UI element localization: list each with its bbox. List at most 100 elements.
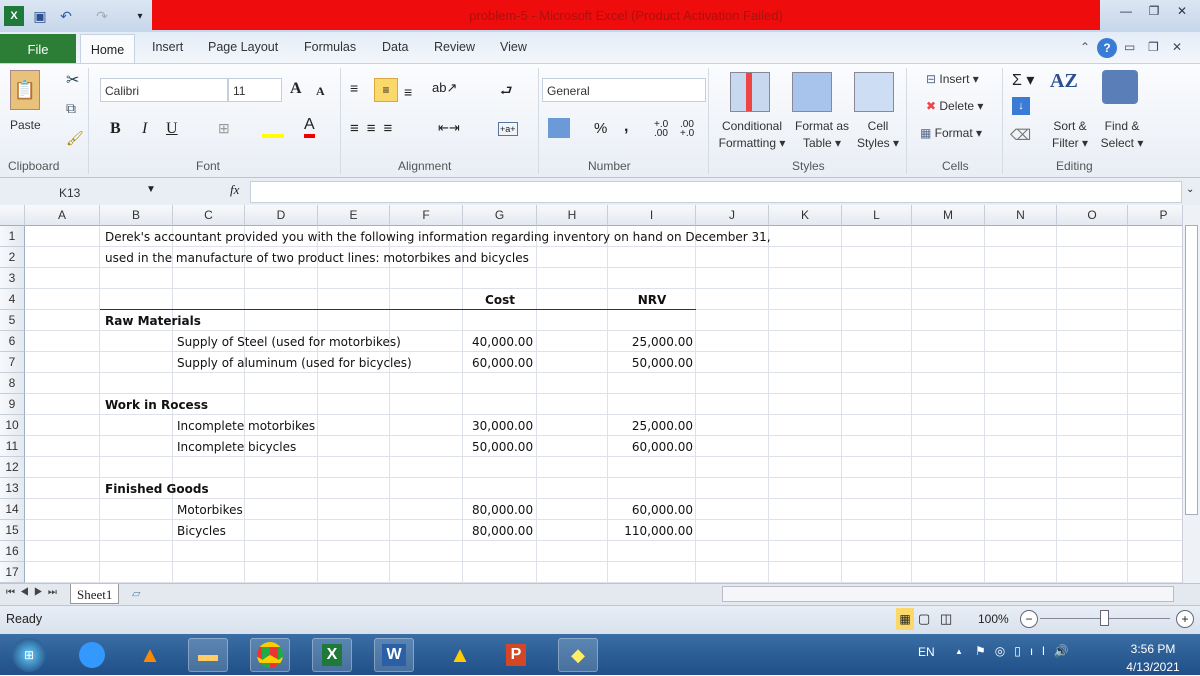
horizontal-scrollbar[interactable] (722, 586, 1174, 602)
cell-styles-icon[interactable] (854, 72, 894, 112)
item-name[interactable]: Incomplete motorbikes (177, 419, 315, 433)
row-header-7[interactable]: 7 (0, 352, 25, 373)
column-header-B[interactable]: B (100, 205, 173, 226)
tab-formulas[interactable]: Formulas (304, 40, 356, 54)
item-nrv[interactable]: 25,000.00 (608, 419, 693, 433)
font-size-select[interactable]: 11 (228, 78, 282, 102)
item-nrv[interactable]: 25,000.00 (608, 335, 693, 349)
column-header-I[interactable]: I (608, 205, 696, 226)
column-header-J[interactable]: J (696, 205, 769, 226)
zoom-in-button[interactable]: + (1176, 610, 1194, 628)
zoom-slider-thumb[interactable] (1100, 610, 1109, 626)
increase-decimal-icon[interactable]: +.0.00 (654, 120, 668, 139)
worksheet-grid[interactable]: A B C D E F G H I J K L M N O P 1 2 3 4 5 6 7 8 9 10 11 12 13 14 15 16 1… (0, 205, 1182, 583)
decrease-decimal-icon[interactable]: .00 +.0 (680, 120, 694, 139)
cell-styles-button[interactable]: Cell Styles ▾ (854, 118, 902, 152)
select-all-button[interactable] (0, 205, 25, 226)
conditional-formatting-button[interactable]: Conditional Formatting ▾ (716, 118, 788, 152)
wrap-text-icon[interactable]: ⮐ (500, 80, 513, 104)
column-header-N[interactable]: N (985, 205, 1057, 226)
row-header-11[interactable]: 11 (0, 436, 25, 457)
format-as-table-button[interactable]: Format as Table ▾ (790, 118, 854, 152)
tab-file[interactable]: File (0, 34, 76, 64)
sort-filter-button[interactable]: Sort & Filter ▾ (1046, 118, 1094, 152)
column-header-K[interactable]: K (769, 205, 842, 226)
row-header-14[interactable]: 14 (0, 499, 25, 520)
item-name[interactable]: Bicycles (177, 524, 226, 538)
row-header-2[interactable]: 2 (0, 247, 25, 268)
restore-icon[interactable]: ❐ (1140, 2, 1168, 20)
align-left-center-right-icons[interactable]: ≡≡≡ (350, 120, 400, 137)
row-header-6[interactable]: 6 (0, 331, 25, 352)
excel-taskbar-icon[interactable]: X (312, 638, 352, 672)
tray-icons[interactable]: ⚑◎▯ıl🔊 (975, 644, 1078, 658)
grow-font-icon[interactable]: A (290, 80, 302, 98)
google-drive-icon[interactable]: ▲ (440, 638, 480, 672)
vertical-scrollbar[interactable] (1182, 205, 1200, 583)
undo-icon[interactable]: ↶ (56, 6, 76, 26)
item-cost[interactable]: 30,000.00 (472, 419, 533, 433)
item-nrv[interactable]: 60,000.00 (608, 503, 693, 517)
item-cost[interactable]: 80,000.00 (472, 503, 533, 517)
column-header-M[interactable]: M (912, 205, 985, 226)
row-header-15[interactable]: 15 (0, 520, 25, 541)
zoom-level[interactable]: 100% (978, 612, 1009, 626)
item-name[interactable]: Supply of aluminum (used for bicycles) (177, 356, 412, 370)
item-nrv[interactable]: 60,000.00 (608, 440, 693, 454)
cell-B1[interactable]: Derek's accountant provided you with the… (105, 230, 771, 244)
row-header-13[interactable]: 13 (0, 478, 25, 499)
page-layout-view-icon[interactable]: ▢ (918, 611, 930, 627)
column-header-E[interactable]: E (318, 205, 390, 226)
fill-color-icon[interactable] (262, 118, 284, 138)
powerpoint-icon[interactable]: P (496, 638, 536, 672)
file-explorer-icon[interactable]: ▬ (188, 638, 228, 672)
column-header-P[interactable]: P (1128, 205, 1182, 226)
column-header-H[interactable]: H (537, 205, 608, 226)
item-cost[interactable]: 80,000.00 (472, 524, 533, 538)
item-nrv[interactable]: 110,000.00 (608, 524, 693, 538)
name-box[interactable]: K13 (24, 182, 154, 202)
cell-B2[interactable]: used in the manufacture of two product l… (105, 251, 529, 265)
align-bottom-icon[interactable]: ≡ (404, 84, 412, 100)
workbook-minimize-icon[interactable]: ▭ (1124, 40, 1135, 54)
workbook-close-icon[interactable]: ✕ (1172, 40, 1182, 54)
column-header-F[interactable]: F (390, 205, 463, 226)
row-header-10[interactable]: 10 (0, 415, 25, 436)
sheet-tab-sheet1[interactable]: Sheet1 (70, 584, 120, 604)
sort-filter-icon[interactable]: AZ (1050, 70, 1078, 93)
indent-icons[interactable]: ⇤⇥ (438, 120, 460, 136)
chrome-icon[interactable] (250, 638, 290, 672)
row-header-12[interactable]: 12 (0, 457, 25, 478)
column-header-O[interactable]: O (1057, 205, 1128, 226)
format-as-table-icon[interactable] (792, 72, 832, 112)
zoom-out-button[interactable]: − (1020, 610, 1038, 628)
cut-icon[interactable]: ✂ (66, 70, 79, 90)
formula-input[interactable] (250, 181, 1182, 203)
font-name-select[interactable]: Calibri (100, 78, 228, 102)
help-icon[interactable]: ? (1097, 38, 1117, 58)
item-cost[interactable]: 50,000.00 (472, 440, 533, 454)
row-header-3[interactable]: 3 (0, 268, 25, 289)
column-header-L[interactable]: L (842, 205, 912, 226)
customize-toolbar-icon[interactable]: ▾ (130, 6, 150, 26)
autosum-icon[interactable]: Σ ▾ (1012, 70, 1034, 90)
save-icon[interactable]: ▣ (30, 6, 50, 26)
tab-review[interactable]: Review (434, 40, 475, 54)
section-title[interactable]: Work in Rocess (105, 398, 208, 412)
comma-button[interactable]: , (624, 118, 628, 136)
align-top-icon[interactable]: ≡ (350, 80, 358, 96)
italic-button[interactable]: I (142, 120, 147, 138)
conditional-formatting-icon[interactable] (730, 72, 770, 112)
find-select-icon[interactable] (1102, 70, 1138, 104)
orientation-icon[interactable]: ab↗ (432, 80, 457, 96)
item-name[interactable]: Supply of Steel (used for motorbikes) (177, 335, 401, 349)
start-button[interactable]: ⊞ (12, 638, 46, 672)
item-nrv[interactable]: 50,000.00 (608, 356, 693, 370)
align-middle-icon[interactable]: ≡ (374, 78, 398, 102)
tab-insert[interactable]: Insert (152, 40, 183, 54)
row-header-16[interactable]: 16 (0, 541, 25, 562)
section-title[interactable]: Raw Materials (105, 314, 201, 328)
insert-sheet-icon[interactable]: ▱ (132, 587, 140, 600)
tab-data[interactable]: Data (382, 40, 408, 54)
delete-cells-button[interactable]: ✖ Delete ▾ (926, 99, 983, 113)
